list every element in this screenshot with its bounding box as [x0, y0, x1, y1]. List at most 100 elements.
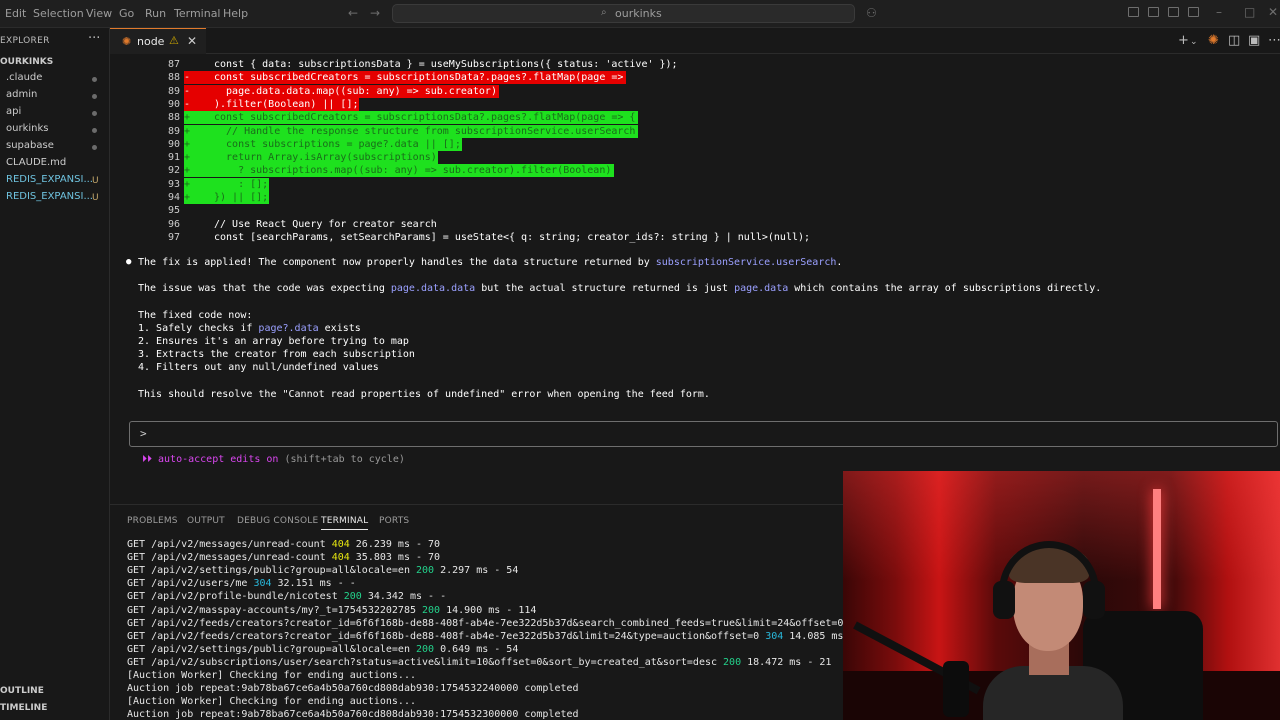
tree-item-label: REDIS_EXPANSI...	[6, 174, 93, 185]
status-code: 200	[415, 643, 435, 655]
explorer-header: EXPLORER	[0, 36, 50, 46]
line-number: 87	[167, 59, 180, 70]
menu-go[interactable]: Go	[119, 7, 134, 20]
log-line: GET /api/v2/profile-bundle/nicotest 200 …	[127, 590, 446, 603]
log-timing: 18.472 ms - 21	[741, 656, 832, 668]
claude-icon[interactable]: ✺	[1208, 33, 1219, 48]
log-text: GET /api/v2/settings/public?group=all&lo…	[127, 643, 416, 655]
diff-line: 97 const [searchParams, setSearchParams] …	[110, 231, 1210, 244]
tree-item[interactable]: CLAUDE.md	[6, 157, 104, 174]
diff-sign: +	[184, 138, 191, 150]
tree-item-label: supabase	[6, 140, 54, 151]
diff-sign: -	[184, 98, 191, 110]
chevron-down-icon[interactable]: ⌄	[1190, 37, 1198, 47]
menu-help[interactable]: Help	[223, 7, 248, 20]
message-line-1: The fix is applied! The component now pr…	[138, 257, 843, 268]
timeline-section[interactable]: TIMELINE	[0, 703, 47, 713]
git-status-badge: U	[92, 193, 99, 203]
step-4: 4. Filters out any null/undefined values	[138, 362, 379, 373]
tree-item[interactable]: ourkinks	[6, 123, 104, 140]
diff-line: 87 const { data: subscriptionsData } = us…	[110, 58, 1210, 71]
tab-problems[interactable]: PROBLEMS	[127, 516, 178, 526]
code-text: ).filter(Boolean) || [];	[214, 98, 359, 110]
layout-icon[interactable]	[1128, 7, 1139, 17]
more-actions-icon[interactable]: ···	[88, 31, 100, 46]
tree-item[interactable]: .claude	[6, 72, 104, 89]
code-text: // Use React Query for creator search	[214, 218, 437, 230]
menu-terminal[interactable]: Terminal	[174, 7, 221, 20]
log-text: GET /api/v2/users/me	[127, 578, 254, 590]
line-number: 92	[167, 165, 180, 177]
status-code: 404	[331, 552, 350, 564]
log-timing: 0.649 ms - 54	[434, 643, 519, 655]
terminal-tab-icon: ✺	[122, 35, 132, 48]
toggle-panel-icon[interactable]	[1168, 7, 1179, 17]
menu-edit[interactable]: Edit	[5, 7, 26, 20]
menu-selection[interactable]: Selection	[33, 7, 84, 20]
log-line: GET /api/v2/messages/unread-count 404 35…	[127, 551, 440, 564]
outline-section[interactable]: OUTLINE	[0, 686, 44, 696]
toggle-sidebar-icon[interactable]	[1148, 7, 1159, 17]
prompt-caret: >	[140, 427, 147, 440]
headset-ear-right	[1083, 581, 1105, 619]
diff-line-added: 94 +}) || [];	[110, 191, 1210, 204]
toggle-secondary-sidebar-icon[interactable]	[1188, 7, 1199, 17]
headset-ear-left	[993, 581, 1015, 619]
diff-sign: +	[184, 165, 191, 177]
tree-item[interactable]: REDIS_EXPANSI... U	[6, 191, 104, 208]
auto-accept-status: ⏵⏵ auto-accept edits on (shift+tab to cy…	[142, 454, 405, 465]
tab-output[interactable]: OUTPUT	[187, 516, 225, 526]
menu-run[interactable]: Run	[145, 7, 166, 20]
log-line: GET /api/v2/users/me 304 32.151 ms - -	[127, 577, 356, 590]
log-text: GET /api/v2/profile-bundle/nicotest	[127, 591, 344, 603]
explorer-sidebar: EXPLORER ··· OURKINKS .claude admin api our…	[0, 28, 110, 720]
workspace-root[interactable]: OURKINKS	[0, 57, 53, 67]
line-number: 90	[167, 98, 180, 110]
tree-item[interactable]: REDIS_EXPANSI... U	[6, 174, 104, 191]
log-text: GET /api/v2/subscriptions/user/search?st…	[127, 656, 724, 668]
code-text: const subscriptions = page?.data || [];	[214, 138, 461, 150]
tab-debug-console[interactable]: DEBUG CONSOLE	[237, 516, 318, 526]
tree-item[interactable]: api	[6, 106, 104, 123]
message-line-2: The issue was that the code was expectin…	[138, 283, 1102, 294]
workspace-name: ourkinks	[615, 7, 662, 20]
lock-icon[interactable]: ▣	[1248, 33, 1260, 48]
log-text: GET /api/v2/feeds/creators?creator_id=6f…	[127, 617, 850, 629]
tab-ports[interactable]: PORTS	[379, 516, 409, 526]
more-editor-actions-icon[interactable]: ⋯	[1268, 33, 1280, 48]
tree-item-label: CLAUDE.md	[6, 157, 67, 168]
log-text: GET /api/v2/messages/unread-count	[127, 552, 332, 564]
log-line: [Auction Worker] Checking for ending auc…	[127, 695, 416, 708]
code-text: const [searchParams, setSearchParams] = …	[214, 231, 811, 243]
menu-view[interactable]: View	[86, 7, 112, 20]
close-window-icon[interactable]: ✕	[1268, 5, 1278, 19]
modified-dot-icon	[92, 145, 97, 150]
message-bullet: ●	[126, 257, 132, 267]
diff-sign: -	[184, 85, 191, 97]
new-terminal-plus-icon[interactable]: +	[1178, 33, 1189, 48]
minimize-icon[interactable]: –	[1216, 5, 1222, 19]
command-center-search[interactable]: ⌕ ourkinks	[392, 4, 855, 23]
back-arrow-icon[interactable]: ←	[348, 6, 358, 20]
prompt-input[interactable]: >	[129, 421, 1278, 447]
log-timing: 14.900 ms - 114	[440, 604, 537, 616]
log-timing: 2.297 ms - 54	[434, 565, 519, 577]
line-number: 88	[167, 72, 180, 84]
tab-node[interactable]: ✺ node ⚠ ✕	[110, 28, 206, 54]
tree-item[interactable]: admin	[6, 89, 104, 106]
tab-terminal[interactable]: TERMINAL	[321, 516, 369, 530]
forward-arrow-icon[interactable]: →	[370, 6, 380, 20]
diff-line-added: 91 + return Array.isArray(subscriptions)	[110, 151, 1210, 165]
close-tab-icon[interactable]: ✕	[187, 34, 197, 48]
maximize-icon[interactable]: □	[1244, 5, 1255, 19]
diff-sign: +	[184, 192, 191, 203]
code-ref: page.data	[734, 283, 789, 294]
copilot-icon[interactable]: ⚇	[866, 6, 877, 20]
webcam-overlay	[843, 471, 1280, 720]
line-number: 97	[167, 231, 180, 243]
log-text: Auction job repeat:9ab78ba67ce6a4b50a760…	[127, 683, 579, 695]
tree-item[interactable]: supabase	[6, 140, 104, 157]
diff-line-added: 89 + // Handle the response structure fro…	[110, 124, 1210, 138]
split-editor-icon[interactable]: ◫	[1228, 33, 1240, 48]
diff-sign: +	[184, 125, 191, 137]
